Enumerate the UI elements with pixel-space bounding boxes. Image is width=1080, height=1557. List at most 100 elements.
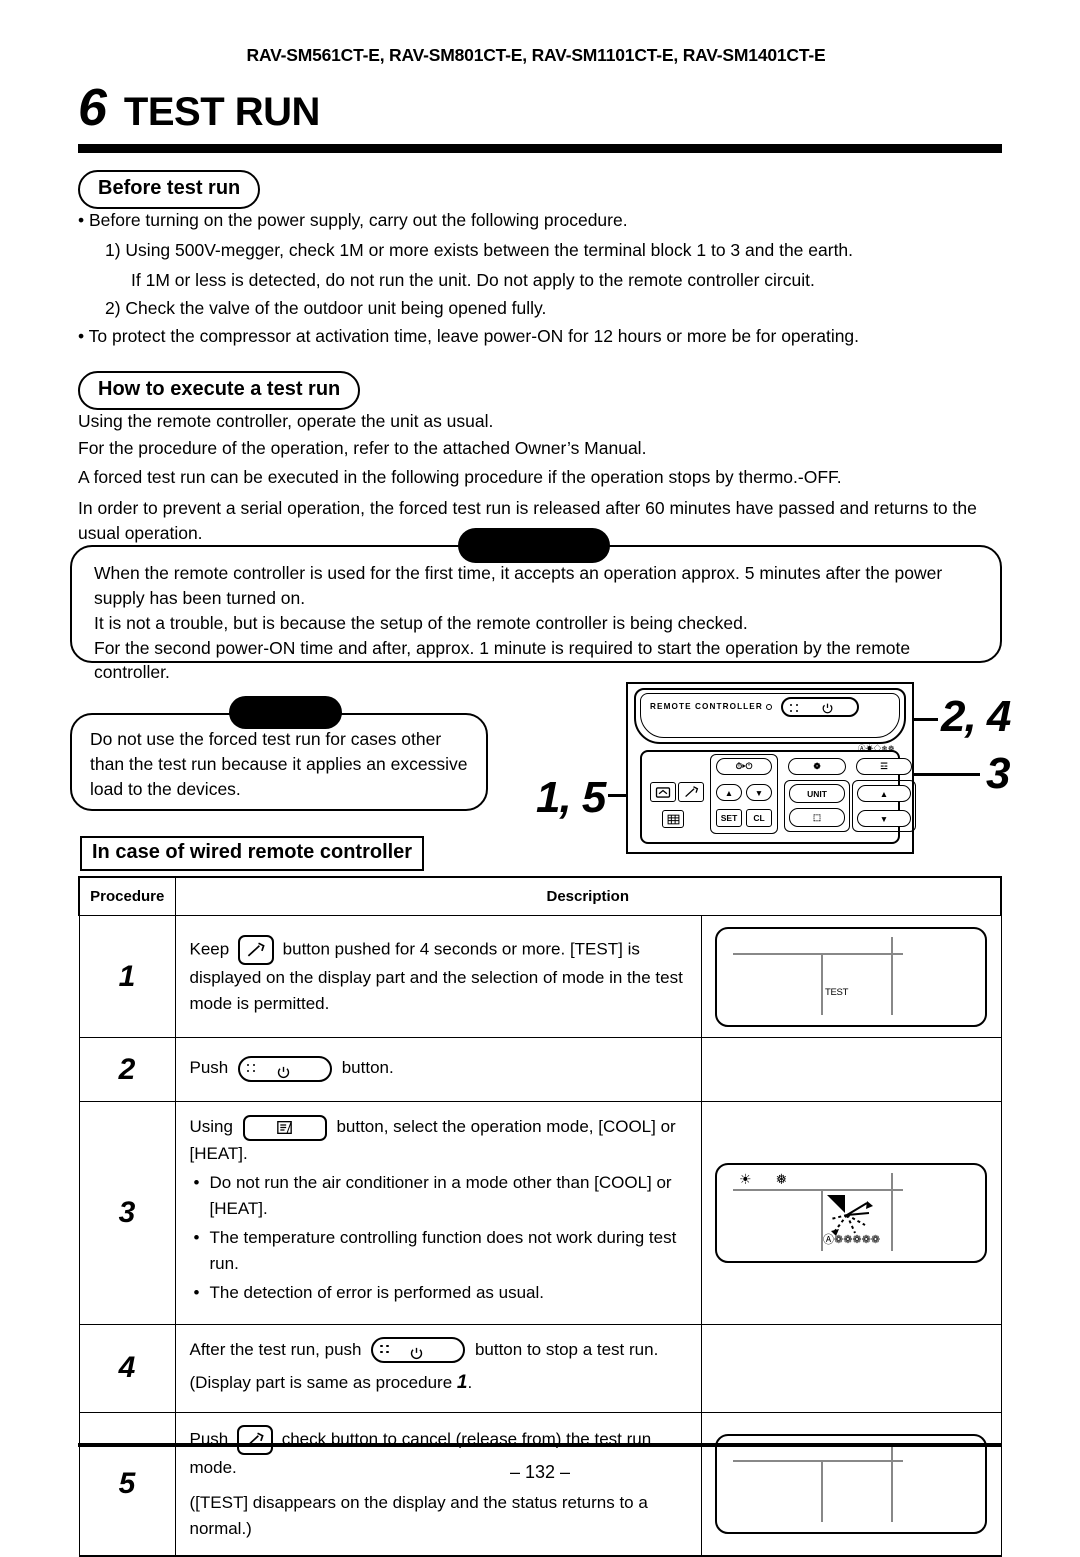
list-item: The temperature controlling function doe… (194, 1225, 687, 1276)
onoff-dots-icon (790, 704, 799, 714)
text-before-button: After the test run, push (189, 1339, 362, 1359)
onoff-button-icon[interactable] (371, 1337, 466, 1364)
lcd-display-blank (715, 1433, 987, 1534)
wrench-icon (239, 1427, 271, 1453)
remote-led-icon (766, 704, 772, 710)
display-note-procedure-ref: 1 (456, 1372, 468, 1394)
table-row: 5 Push check button to cancel (release f… (78, 1411, 1002, 1557)
unit-button[interactable]: UNIT (789, 784, 845, 803)
mode-button[interactable]: ☲ (856, 758, 912, 775)
before-item-1b: If 1M or less is detected, do not run th… (131, 270, 815, 290)
fan-speed-button[interactable]: ❁ (788, 758, 846, 775)
cancel-note-text: ([TEST] disappears on the display and th… (189, 1493, 648, 1538)
callout-top-right-2-4: 2, 4 (941, 692, 1011, 741)
power-icon (276, 1062, 291, 1088)
wrench-icon (240, 937, 272, 963)
procedure-figure-empty (700, 1037, 1002, 1102)
display-note-text: (Display part is same as procedure (189, 1373, 453, 1393)
procedure-number: 5 (78, 1411, 176, 1557)
set-button[interactable]: SET (716, 809, 742, 827)
timer-onoff-button[interactable]: ⏱▸⏻ (716, 758, 772, 775)
mode-icons-legend: Ⓐ☀◇❄❁ (858, 744, 895, 753)
page-title: TEST RUN (123, 90, 321, 134)
power-icon (821, 702, 834, 715)
before-item-1: 1) Using 500V-megger, check 1M or more e… (105, 240, 854, 260)
remote-brand-label: REMOTE CONTROLLER (650, 702, 763, 711)
lcd-display-mode: ☀ ❅ Ⓐ❁❁❁❁❁ (715, 1162, 987, 1263)
procedure-figure: TEST (700, 915, 1002, 1038)
chapter-number: 6 (78, 79, 107, 137)
lcd-divider-middle (821, 952, 823, 1015)
mode-button-icon[interactable] (242, 1114, 327, 1141)
callout-left-1-5: 1, 5 (536, 773, 606, 822)
text-after-button: button to stop a test run. (474, 1339, 659, 1359)
louver-swing-button[interactable]: ⬚ (789, 808, 845, 827)
louver-button[interactable] (650, 782, 676, 802)
procedure-description: Using button, select the operation mode,… (174, 1101, 702, 1325)
remote-controller-illustration: REMOTE CONTROLLER ⏱▸⏻ ▲ ▼ SET CL ❁ UNIT … (626, 682, 916, 854)
procedure-number: 2 (78, 1037, 176, 1102)
section-heading-before-test-run: Before test run (78, 170, 261, 209)
remote-onoff-button[interactable] (781, 697, 859, 717)
cl-button[interactable]: CL (746, 809, 772, 827)
procedure-description: After the test run, push button to stop … (174, 1323, 702, 1413)
timer-up-button[interactable]: ▲ (716, 784, 742, 801)
list-item: Do not run the air conditioner in a mode… (194, 1170, 687, 1221)
lcd-divider-horizontal (733, 1188, 903, 1191)
onoff-button-icon[interactable] (237, 1055, 332, 1082)
text-after-button: button. (341, 1058, 394, 1078)
lcd-fan-icons: Ⓐ❁❁❁❁❁ (823, 1233, 881, 1246)
check-wrench-button-icon[interactable] (236, 1424, 273, 1455)
check-wrench-button-icon[interactable] (237, 935, 274, 965)
lcd-test-label: TEST (825, 986, 849, 998)
lcd-mode-icons: ☀ ❅ (739, 1170, 798, 1187)
caution-line-1: Do not use the forced test run for cases… (90, 729, 468, 799)
procedure-bullet-list: Do not run the air conditioner in a mode… (190, 1170, 687, 1306)
check-wrench-button[interactable] (678, 782, 704, 802)
howto-line-2: For the procedure of the operation, refe… (78, 438, 647, 458)
text-before-button: Keep (189, 939, 230, 959)
manual-page: RAV-SM561CT-E, RAV-SM801CT-E, RAV-SM1101… (0, 0, 1080, 1557)
lcd-divider-right (891, 936, 893, 1015)
lcd-divider-right (891, 1172, 893, 1251)
note-line-2: It is not a trouble, but is because the … (94, 612, 748, 633)
table-row: 1 Keep button pushed for 4 seconds or mo… (78, 915, 1002, 1038)
mode-icon (245, 1117, 325, 1139)
table-row: 2 Push button. (78, 1037, 1002, 1102)
procedure-table: Procedure Description 1 Keep button push… (78, 876, 1002, 1557)
temp-up-button[interactable]: ▲ (857, 785, 911, 802)
text-before-button: Using (189, 1117, 233, 1136)
header-rule (78, 144, 1002, 153)
procedure-number: 3 (78, 1101, 176, 1325)
procedure-description: Push button. (174, 1037, 702, 1102)
procedure-number: 1 (78, 915, 176, 1038)
procedure-description: Push check button to cancel (release fro… (174, 1411, 702, 1557)
table-row: 4 After the test run, push button to sto… (78, 1323, 1002, 1413)
note-line-3: For the second power-ON time and after, … (94, 637, 911, 683)
footer-rule (78, 1443, 1002, 1447)
text-before-button: Push (189, 1058, 229, 1078)
display-note-period: . (467, 1373, 473, 1393)
section-heading-wired-remote: In case of wired remote controller (80, 836, 425, 871)
vent-button[interactable] (662, 810, 684, 828)
lcd-divider-horizontal (733, 952, 903, 955)
procedure-figure: ☀ ❅ Ⓐ❁❁❁❁❁ (700, 1101, 1002, 1325)
note-label-blackout (458, 528, 610, 563)
temp-down-button[interactable]: ▼ (857, 810, 911, 827)
section-heading-how-to-execute: How to execute a test run (78, 371, 361, 410)
onoff-dots-icon (380, 1345, 389, 1355)
before-bullet-1: • Before turning on the power supply, ca… (78, 210, 628, 230)
note-line-1: When the remote controller is used for t… (94, 563, 943, 608)
column-header-procedure: Procedure (78, 876, 176, 916)
before-bullet-2: • To protect the compressor at activatio… (78, 326, 860, 346)
column-header-description: Description (174, 876, 1002, 916)
list-item: The detection of error is performed as u… (194, 1280, 687, 1306)
remote-button-panel: ⏱▸⏻ ▲ ▼ SET CL ❁ UNIT ⬚ Ⓐ☀◇❄❁ ☲ ▲ ▼ (640, 744, 916, 844)
timer-down-button[interactable]: ▼ (746, 784, 772, 801)
chapter-heading: 6 TEST RUN (78, 82, 320, 134)
page-number: – 132 – (509, 1462, 571, 1482)
model-number-line: RAV-SM561CT-E, RAV-SM801CT-E, RAV-SM1101… (246, 45, 826, 65)
callout-bottom-right-3: 3 (986, 749, 1011, 798)
onoff-dots-icon (246, 1063, 256, 1074)
howto-line-1: Using the remote controller, operate the… (78, 411, 494, 431)
